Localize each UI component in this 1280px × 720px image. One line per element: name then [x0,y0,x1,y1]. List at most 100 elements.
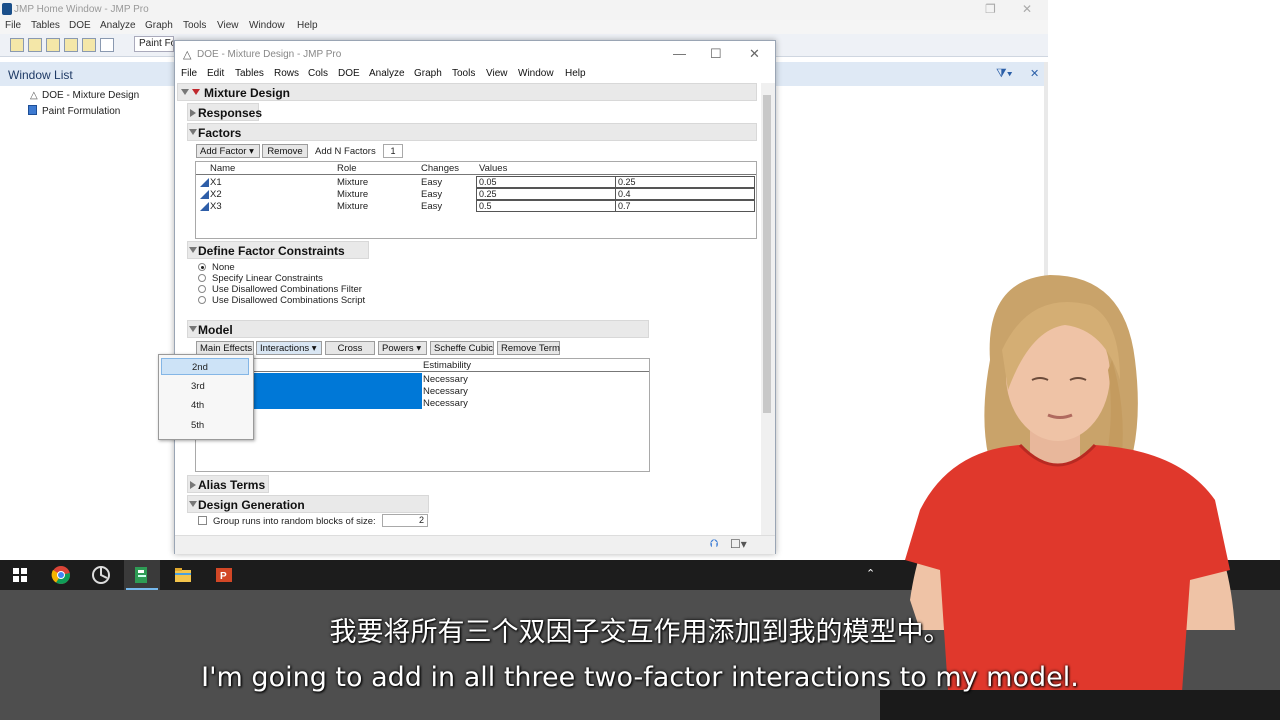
window-icon[interactable] [100,38,114,52]
menu-analyze[interactable]: Analyze [100,20,136,31]
window-options-icon[interactable]: ☐▾ [730,537,747,551]
copy-icon[interactable] [64,38,78,52]
factor-name[interactable]: X1 [210,177,222,188]
main-effects-button[interactable]: Main Effects [196,341,254,355]
remove-factor-button[interactable]: Remove [262,144,308,158]
factors-header[interactable]: Factors [187,123,757,141]
selected-terms-highlight[interactable] [253,373,422,409]
factor-high-value[interactable]: 0.7 [615,200,755,212]
doe-menu-cols[interactable]: Cols [308,68,328,79]
doe-menu-tools[interactable]: Tools [452,68,475,79]
tray-chevron-icon[interactable]: ⌃ [866,567,875,580]
doe-menu-help[interactable]: Help [565,68,586,79]
doe-menu-graph[interactable]: Graph [414,68,442,79]
table-row[interactable]: X1 Mixture Easy 0.05 0.25 [196,176,756,188]
scroll-top-icon[interactable]: ⮉ [710,538,718,551]
menu-tables[interactable]: Tables [31,20,60,31]
close-icon[interactable]: ✕ [749,46,760,62]
new-table-icon[interactable] [10,38,24,52]
maximize-icon[interactable]: ☐ [710,46,722,62]
factor-name[interactable]: X3 [210,201,222,212]
doe-menu-edit[interactable]: Edit [207,68,224,79]
doe-menu-window[interactable]: Window [518,68,554,79]
disclosure-icon[interactable] [190,481,196,489]
close-list-icon[interactable]: ✕ [1030,67,1039,80]
group-runs-checkbox[interactable] [198,516,207,525]
jmp-icon[interactable] [132,565,152,585]
interactions-button[interactable]: Interactions ▾ [256,341,322,355]
paint-formulation-tab[interactable]: Paint Fo [134,36,174,52]
disclosure-icon[interactable] [181,89,189,95]
menu-tools[interactable]: Tools [183,20,206,31]
radio-label-none: None [212,262,235,273]
factor-high-value[interactable]: 0.4 [615,188,755,200]
disclosure-icon[interactable] [189,247,197,253]
powers-button[interactable]: Powers ▾ [378,341,427,355]
factor-name[interactable]: X2 [210,189,222,200]
menu-view[interactable]: View [217,20,239,31]
alias-terms-header[interactable]: Alias Terms [187,475,269,493]
responses-header[interactable]: Responses [187,103,262,121]
window-list-item-paint[interactable]: Paint Formulation [42,106,120,117]
column-header-name: Name [210,163,236,174]
doe-menu-view[interactable]: View [486,68,508,79]
file-explorer-icon[interactable] [173,565,193,585]
menu-graph[interactable]: Graph [145,20,173,31]
factor-low-value[interactable]: 0.25 [476,188,616,200]
cross-button[interactable]: Cross [325,341,375,355]
scrollbar-thumb[interactable] [763,95,771,413]
save-icon[interactable] [46,38,60,52]
radio-disallowed-script[interactable] [198,296,206,304]
design-generation-header[interactable]: Design Generation [187,495,429,513]
open-icon[interactable] [28,38,42,52]
powerpoint-icon[interactable]: P [214,565,234,585]
minimize-icon[interactable]: — [673,46,686,61]
block-size-input[interactable]: 2 [382,514,428,527]
scheffe-cubic-button[interactable]: Scheffe Cubic [430,341,494,355]
disclosure-icon[interactable] [190,109,196,117]
doe-menu-analyze[interactable]: Analyze [369,68,405,79]
add-n-factors-input[interactable]: 1 [383,144,403,158]
factor-changes[interactable]: Easy [421,201,442,212]
menu-item-3rd[interactable]: 3rd [161,378,249,395]
vertical-scrollbar[interactable] [761,83,773,535]
window-list-item-doe[interactable]: DOE - Mixture Design [42,90,139,101]
windows-start-icon[interactable] [10,565,30,585]
model-header[interactable]: Model [187,320,649,338]
disclosure-icon[interactable] [189,326,197,332]
table-row[interactable]: X3 Mixture Easy 0.5 0.7 [196,200,756,212]
doe-menu-rows[interactable]: Rows [274,68,299,79]
factor-changes[interactable]: Easy [421,177,442,188]
add-factor-button[interactable]: Add Factor ▾ [196,144,260,158]
doe-menu-tables[interactable]: Tables [235,68,264,79]
disclosure-icon[interactable] [189,129,197,135]
remove-term-button[interactable]: Remove Term [497,341,560,355]
doe-menu-file[interactable]: File [181,68,197,79]
menu-window[interactable]: Window [249,20,285,31]
factor-low-value[interactable]: 0.05 [476,176,616,188]
menu-help[interactable]: Help [297,20,318,31]
factor-high-value[interactable]: 0.25 [615,176,755,188]
folder-icon[interactable] [82,38,96,52]
menu-item-2nd[interactable]: 2nd [161,358,249,375]
mixture-design-header[interactable]: Mixture Design [177,83,757,101]
menu-item-5th[interactable]: 5th [161,417,249,434]
menu-file[interactable]: File [5,20,21,31]
radio-disallowed-filter[interactable] [198,285,206,293]
filter-icon[interactable]: ⧩▾ [996,66,1013,81]
radio-none[interactable] [198,263,206,271]
disclosure-icon[interactable] [189,501,197,507]
factor-low-value[interactable]: 0.5 [476,200,616,212]
factor-changes[interactable]: Easy [421,189,442,200]
close-icon[interactable]: ✕ [1022,2,1032,16]
table-row[interactable]: X2 Mixture Easy 0.25 0.4 [196,188,756,200]
doe-menu-doe[interactable]: DOE [338,68,360,79]
menu-item-4th[interactable]: 4th [161,397,249,414]
radio-linear-constraints[interactable] [198,274,206,282]
chrome-icon[interactable] [51,565,71,585]
red-triangle-icon[interactable] [192,89,200,95]
restore-icon[interactable]: ❐ [985,2,996,16]
menu-doe[interactable]: DOE [69,20,91,31]
app-icon[interactable] [91,565,111,585]
constraints-header[interactable]: Define Factor Constraints [187,241,369,259]
